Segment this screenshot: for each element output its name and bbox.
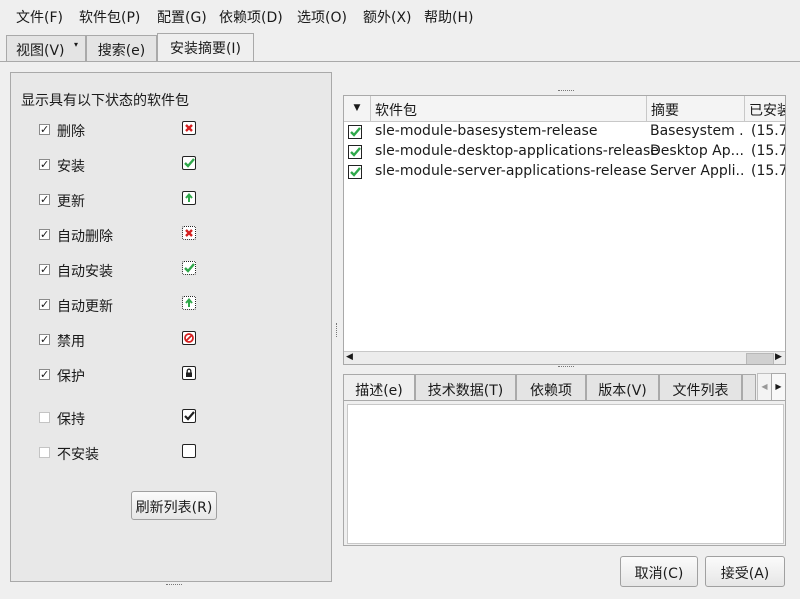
tab-dependencies[interactable]: 依赖项: [516, 374, 586, 401]
tab-installation-summary[interactable]: 安装摘要(I): [157, 33, 254, 61]
filter-label-protected: 保护: [57, 369, 85, 385]
menu-package[interactable]: 软件包(P): [79, 7, 140, 27]
scroll-right-icon[interactable]: ▶: [775, 352, 782, 362]
tab-scroll-right-icon[interactable]: ▶: [771, 373, 786, 401]
install-status-icon: [182, 156, 196, 170]
filter-heading: 显示具有以下状态的软件包: [21, 93, 189, 109]
tab-versions[interactable]: 版本(V): [586, 374, 659, 401]
scroll-left-icon[interactable]: ◀: [346, 352, 353, 362]
filter-label-keep: 保持: [57, 412, 85, 428]
protected-status-icon: [182, 366, 196, 380]
description-text-area[interactable]: [347, 404, 784, 544]
splitter-handle[interactable]: [166, 584, 182, 587]
filter-checkbox-keep[interactable]: [39, 412, 50, 423]
cancel-button[interactable]: 取消(C): [620, 556, 698, 587]
package-installed-version: (15.7: [751, 123, 786, 139]
horizontal-scrollbar[interactable]: ◀ ▶: [344, 351, 785, 364]
tab-file-list-label: 文件列表: [672, 383, 729, 399]
chevron-down-icon: ▾: [74, 40, 79, 49]
package-name: sle-module-basesystem-release: [375, 123, 598, 139]
auto-delete-status-icon: [182, 226, 196, 240]
package-installed-version: (15.7: [751, 143, 786, 159]
filter-label-delete: 删除: [57, 124, 85, 140]
delete-status-icon: [182, 121, 196, 135]
tab-file-list[interactable]: 文件列表: [659, 374, 742, 401]
accept-button[interactable]: 接受(A): [705, 556, 785, 587]
tab-description-label: 描述(e): [355, 383, 403, 399]
view-menu-button[interactable]: 视图(V) ▾: [6, 35, 86, 61]
menu-dependencies[interactable]: 依赖项(D): [219, 7, 283, 27]
package-installed-version: (15.7: [751, 163, 786, 179]
tab-search[interactable]: 搜索(e): [86, 35, 157, 61]
menu-help[interactable]: 帮助(H): [424, 7, 473, 27]
scrollbar-thumb[interactable]: [746, 353, 774, 364]
auto-update-status-icon: [182, 296, 196, 310]
description-pane: [343, 400, 786, 546]
package-name: sle-module-desktop-applications-release: [375, 143, 659, 159]
view-menu-label: 视图(V): [16, 43, 65, 59]
tab-technical-data-label: 技术数据(T): [427, 383, 504, 399]
splitter-handle-middle[interactable]: [558, 366, 574, 369]
tab-divider: [0, 61, 800, 62]
tab-overflow[interactable]: [742, 374, 756, 401]
filter-checkbox-auto-update[interactable]: ✓: [39, 299, 50, 310]
keep-status-icon: [182, 409, 196, 423]
splitter-handle-vertical[interactable]: [336, 323, 339, 337]
taboo-status-icon: [182, 331, 196, 345]
tab-search-label: 搜索(e): [97, 43, 146, 59]
refresh-list-button[interactable]: 刷新列表(R): [131, 491, 217, 520]
filter-checkbox-do-not-install[interactable]: [39, 447, 50, 458]
filter-checkbox-delete[interactable]: ✓: [39, 124, 50, 135]
menu-options[interactable]: 选项(O): [297, 7, 347, 27]
package-name: sle-module-server-applications-release: [375, 163, 647, 179]
filter-label-taboo: 禁用: [57, 334, 85, 350]
do-not-install-status-icon: [182, 444, 196, 458]
splitter-handle-top[interactable]: [558, 90, 574, 93]
package-summary: Server Appli...: [650, 163, 743, 179]
menu-config[interactable]: 配置(G): [157, 7, 207, 27]
column-header-package[interactable]: 软件包: [371, 96, 647, 122]
filter-label-do-not-install: 不安装: [57, 447, 99, 463]
column-header-installed[interactable]: 已安装: [745, 96, 785, 122]
package-summary: Basesystem ...: [650, 123, 743, 139]
tab-versions-label: 版本(V): [598, 383, 647, 399]
filter-checkbox-install[interactable]: ✓: [39, 159, 50, 170]
menubar: 文件(F) 软件包(P) 配置(G) 依赖项(D) 选项(O) 额外(X) 帮助…: [0, 0, 800, 32]
menu-file[interactable]: 文件(F): [16, 7, 63, 27]
tab-dependencies-label: 依赖项: [530, 383, 572, 399]
filter-label-auto-update: 自动更新: [57, 299, 113, 315]
filter-checkbox-auto-install[interactable]: ✓: [39, 264, 50, 275]
update-status-icon: [182, 191, 196, 205]
tab-description[interactable]: 描述(e): [343, 374, 415, 401]
filter-label-install: 安装: [57, 159, 85, 175]
column-header-summary[interactable]: 摘要: [647, 96, 745, 122]
auto-install-status-icon: [182, 261, 196, 275]
tab-scroll-left-icon[interactable]: ◀: [757, 373, 772, 401]
filter-label-auto-delete: 自动删除: [57, 229, 113, 245]
installed-status-icon[interactable]: [348, 165, 362, 179]
status-filter-panel: 显示具有以下状态的软件包 ✓ 删除 ✓ 安装 ✓ 更新 ✓ 自动删除 ✓ 自动安…: [10, 72, 332, 582]
installed-status-icon[interactable]: [348, 145, 362, 159]
filter-checkbox-taboo[interactable]: ✓: [39, 334, 50, 345]
package-table: ▼ 软件包 摘要 已安装 sle-module-basesystem-relea…: [343, 95, 786, 365]
filter-checkbox-protected[interactable]: ✓: [39, 369, 50, 380]
sort-column-header[interactable]: ▼: [344, 96, 371, 122]
package-summary: Desktop Ap...: [650, 143, 743, 159]
filter-checkbox-auto-delete[interactable]: ✓: [39, 229, 50, 240]
filter-label-auto-install: 自动安装: [57, 264, 113, 280]
filter-label-update: 更新: [57, 194, 85, 210]
menu-extras[interactable]: 额外(X): [363, 7, 412, 27]
filter-checkbox-update[interactable]: ✓: [39, 194, 50, 205]
tab-installation-summary-label: 安装摘要(I): [169, 41, 242, 57]
tab-technical-data[interactable]: 技术数据(T): [415, 374, 516, 401]
installed-status-icon[interactable]: [348, 125, 362, 139]
